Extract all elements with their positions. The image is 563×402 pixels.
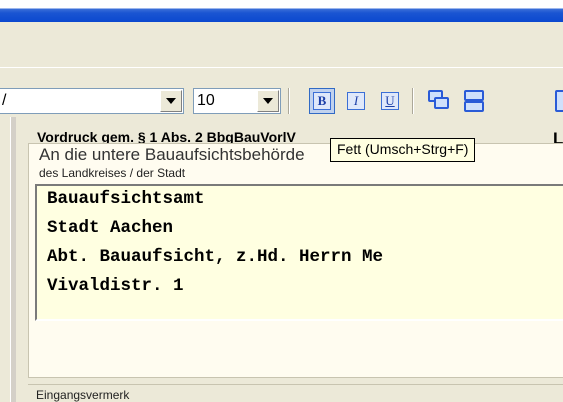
font-size-dropdown-button[interactable] [257,90,279,112]
font-name-combobox[interactable]: / [0,88,184,114]
split-horizontal-button[interactable] [462,90,486,112]
toolbar-separator [412,88,414,114]
address-line: Vivaldistr. 1 [47,276,184,296]
recipient-address-field[interactable]: Bauaufsichtsamt Stadt Aachen Abt. Bauauf… [35,184,563,321]
overlap-windows-icon-front [434,97,449,109]
recipient-frame: An die untere Bauaufsichtsbehörde des La… [28,143,563,378]
receipt-note-label: Eingangsvermerk [36,388,130,402]
font-size-value: 10 [197,92,215,109]
split-vertical-icon [555,90,563,112]
split-horizontal-icon-bottom [464,101,484,112]
italic-button[interactable]: I [343,88,369,114]
split-horizontal-icon [464,90,484,101]
address-line: Stadt Aachen [47,218,174,238]
font-name-value: / [2,92,7,109]
recipient-title: An die untere Bauaufsichtsbehörde [39,145,305,164]
chevron-down-icon [263,98,273,104]
formatting-toolbar: / 10 B I U [0,67,563,117]
underline-button[interactable]: U [377,88,403,114]
bold-tooltip: Fett (Umsch+Strg+F) [330,138,476,162]
chevron-down-icon [166,98,176,104]
overlap-windows-button[interactable] [428,90,452,112]
address-line: Abt. Bauaufsicht, z.Hd. Herrn Me [47,247,384,267]
menu-bar [0,22,563,67]
bold-button[interactable]: B [309,88,335,114]
recipient-subtitle: des Landkreises / der Stadt [39,166,186,180]
toolbar-separator [288,88,290,114]
font-name-dropdown-button[interactable] [160,90,182,112]
section-divider [28,384,563,385]
font-size-combobox[interactable]: 10 [193,88,281,114]
underline-icon: U [381,92,399,110]
left-ruler-strip [10,117,16,402]
split-vertical-button[interactable] [555,90,563,112]
left-ruler-panel [0,117,16,402]
address-line: Bauaufsichtsamt [47,189,205,209]
italic-icon: I [347,92,365,110]
bold-icon: B [313,92,331,110]
window-title-bar [0,0,563,22]
